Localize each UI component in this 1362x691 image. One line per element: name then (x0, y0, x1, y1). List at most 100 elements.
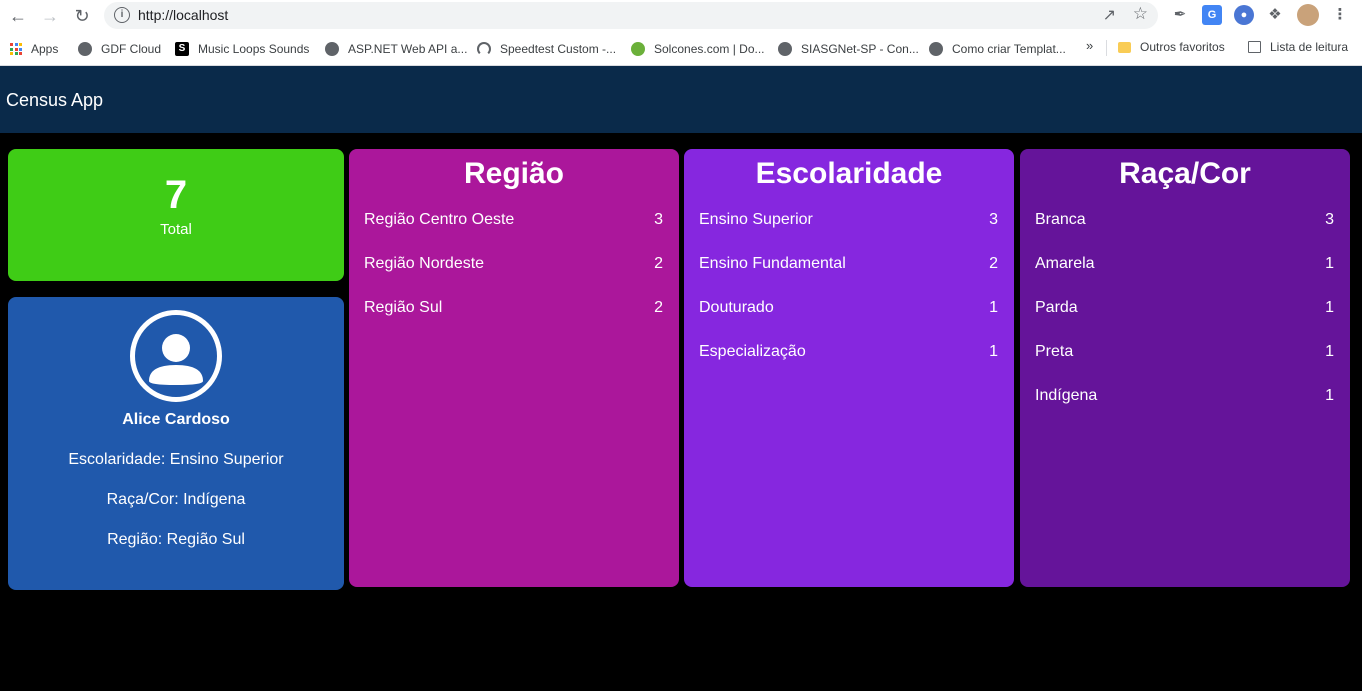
list-item: Região Nordeste 2 (364, 255, 663, 277)
apps-grid-icon (10, 43, 22, 55)
list-item: Ensino Fundamental 2 (699, 255, 998, 277)
list-item: Preta 1 (1035, 343, 1334, 365)
total-value: 7 (164, 173, 188, 217)
escolaridade-card: Escolaridade Ensino Superior 3 Ensino Fu… (684, 149, 1014, 587)
item-count: 1 (1325, 387, 1334, 404)
bookmark-other-favorites[interactable]: Outros favoritos (1118, 38, 1225, 56)
browser-toolbar: ← → ↻ i http://localhost ↗ ☆ ✒ G ● ❖ ⋮ (0, 0, 1362, 32)
bookmarks-divider (1106, 40, 1107, 56)
raca-cor-card: Raça/Cor Branca 3 Amarela 1 Parda 1 Pret… (1020, 149, 1350, 587)
globe-icon (929, 42, 943, 56)
item-label: Especialização (699, 343, 806, 360)
address-url[interactable]: http://localhost (138, 7, 228, 23)
regiao-card: Região Região Centro Oeste 3 Região Nord… (349, 149, 679, 587)
profile-escolaridade: Escolaridade: Ensino Superior (68, 451, 284, 468)
list-item: Ensino Superior 3 (699, 211, 998, 233)
bookmark-speedtest[interactable]: Speedtest Custom -... (477, 40, 616, 58)
globe-icon (325, 42, 339, 56)
item-count: 2 (989, 255, 998, 272)
bookmark-apps[interactable]: Apps (10, 40, 58, 58)
reading-list-icon (1248, 41, 1261, 53)
item-count: 1 (1325, 343, 1334, 360)
bookmark-label: Outros favoritos (1140, 40, 1225, 54)
bookmark-label: Como criar Templat... (952, 42, 1066, 56)
list-item: Especialização 1 (699, 343, 998, 365)
list-item: Indígena 1 (1035, 387, 1334, 409)
solcones-icon (631, 42, 645, 56)
bookmark-label: Apps (31, 42, 59, 56)
item-label: Ensino Superior (699, 211, 813, 228)
bookmark-como-criar[interactable]: Como criar Templat... (929, 40, 1066, 58)
globe-icon (778, 42, 792, 56)
item-label: Preta (1035, 343, 1074, 360)
total-label: Total (160, 221, 192, 238)
item-label: Ensino Fundamental (699, 255, 846, 272)
app-title: Census App (6, 90, 104, 110)
blue-circle-extension-icon[interactable]: ● (1234, 5, 1254, 25)
share-icon[interactable]: ↗ (1103, 5, 1116, 25)
item-count: 3 (1325, 211, 1334, 228)
user-avatar-icon (130, 310, 222, 402)
bookmark-label: SIASGNet-SP - Con... (801, 42, 919, 56)
profile-name: Alice Cardoso (122, 411, 230, 428)
item-count: 1 (989, 343, 998, 360)
bookmark-music-loops[interactable]: S Music Loops Sounds (175, 40, 309, 58)
profile-raca-cor: Raça/Cor: Indígena (106, 491, 246, 508)
item-label: Indígena (1035, 387, 1098, 404)
address-bar[interactable]: i http://localhost ↗ ☆ (104, 2, 1158, 29)
puzzle-extensions-icon[interactable]: ❖ (1265, 5, 1285, 25)
item-label: Amarela (1035, 255, 1095, 272)
bookmark-gdf-cloud[interactable]: GDF Cloud (78, 40, 161, 58)
bookmark-aspnet[interactable]: ASP.NET Web API a... (325, 40, 467, 58)
profile-card: Alice Cardoso Escolaridade: Ensino Super… (8, 297, 344, 590)
list-item: Douturado 1 (699, 299, 998, 321)
translate-extension-icon[interactable]: G (1202, 5, 1222, 25)
bookmark-label: Solcones.com | Do... (654, 42, 765, 56)
item-label: Região Centro Oeste (364, 211, 515, 228)
item-label: Região Nordeste (364, 255, 485, 272)
bookmark-siasgnet[interactable]: SIASGNet-SP - Con... (778, 40, 919, 58)
bookmark-star-icon[interactable]: ☆ (1133, 4, 1148, 24)
item-count: 2 (654, 299, 663, 316)
forward-arrow-icon[interactable]: → (38, 4, 62, 28)
reload-icon[interactable]: ↻ (70, 4, 94, 28)
bookmarks-overflow-chevron-icon[interactable]: » (1086, 38, 1093, 53)
bookmark-solcones[interactable]: Solcones.com | Do... (631, 40, 765, 58)
card-title: Raça/Cor (1119, 157, 1251, 190)
reading-list-button[interactable]: Lista de leitura (1248, 38, 1348, 56)
item-count: 3 (654, 211, 663, 228)
item-count: 1 (1325, 255, 1334, 272)
folder-icon (1118, 41, 1131, 53)
gauge-icon (477, 42, 491, 56)
card-title: Região (463, 157, 565, 190)
item-count: 1 (1325, 299, 1334, 316)
bookmark-label: GDF Cloud (101, 42, 162, 56)
total-card: 7 Total (8, 149, 344, 281)
item-count: 1 (989, 299, 998, 316)
list-item: Região Sul 2 (364, 299, 663, 321)
item-label: Região Sul (364, 299, 443, 316)
kebab-menu-icon[interactable]: ⋮ (1330, 5, 1350, 25)
list-item: Região Centro Oeste 3 (364, 211, 663, 233)
card-title: Escolaridade (755, 157, 943, 190)
item-label: Branca (1035, 211, 1086, 228)
site-info-icon[interactable]: i (114, 7, 130, 23)
bookmark-label: ASP.NET Web API a... (348, 42, 468, 56)
item-label: Douturado (699, 299, 774, 316)
eyedropper-extension-icon[interactable]: ✒ (1170, 5, 1190, 25)
app-header: Census App (0, 66, 1362, 133)
s-logo-icon: S (175, 42, 189, 56)
item-count: 2 (654, 255, 663, 272)
list-item: Branca 3 (1035, 211, 1334, 233)
bookmark-label: Speedtest Custom -... (500, 42, 617, 56)
back-arrow-icon[interactable]: ← (6, 4, 30, 28)
profile-regiao: Região: Região Sul (107, 531, 245, 548)
bookmark-label: Music Loops Sounds (198, 42, 310, 56)
list-item: Parda 1 (1035, 299, 1334, 321)
globe-icon (78, 42, 92, 56)
profile-avatar-icon[interactable] (1297, 4, 1319, 26)
item-label: Parda (1035, 299, 1078, 316)
item-count: 3 (989, 211, 998, 228)
list-item: Amarela 1 (1035, 255, 1334, 277)
reading-list-label: Lista de leitura (1270, 40, 1349, 54)
